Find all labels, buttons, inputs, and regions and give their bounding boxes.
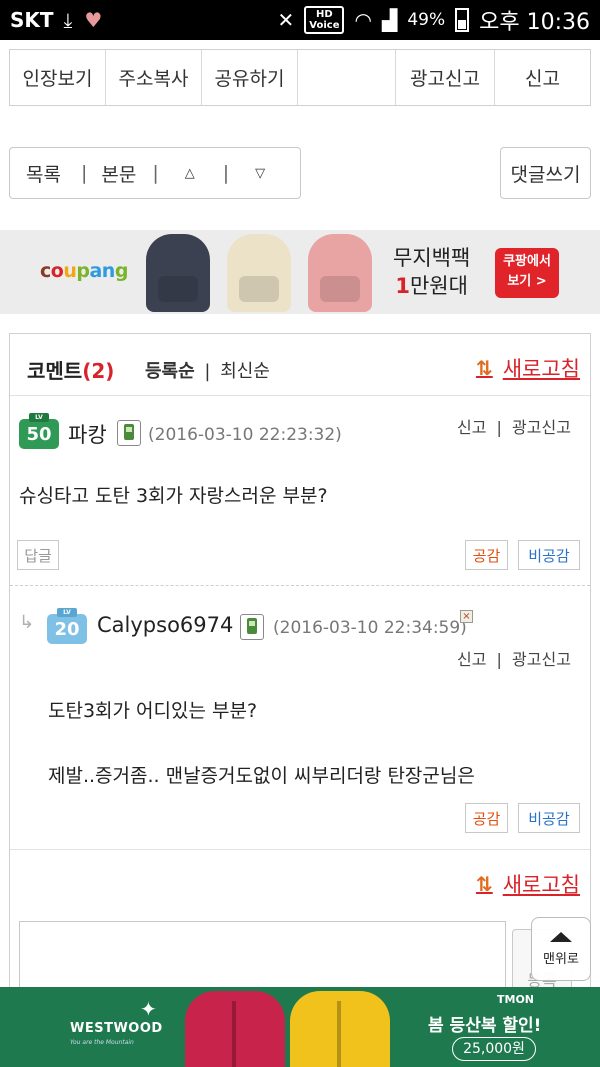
mute-icon: ✕ xyxy=(277,8,295,32)
report-link[interactable]: 신고 xyxy=(457,650,486,669)
sort-options: 등록순 | 최신순 xyxy=(145,361,270,382)
comment-count: (2) xyxy=(82,359,115,383)
comment-report-links: 신고 | 광고신고 xyxy=(457,418,571,437)
reply-comment-item: ↳ LV 20 Calypso6974 (2016-03-10 22:34:59… xyxy=(10,586,590,846)
report-button[interactable]: 신고 xyxy=(495,50,590,105)
coupang-logo: coupang xyxy=(40,260,128,282)
comment-text-line: 도탄3회가 어디있는 부분? xyxy=(48,700,258,722)
level-badge-icon: LV 50 xyxy=(19,413,59,449)
comment-text-line: 제발..증거좀.. 맨날증거도없이 씨부리더랑 탄장군님은 xyxy=(48,765,475,787)
section-divider xyxy=(10,849,590,850)
level-badge-icon: LV 20 xyxy=(47,608,87,644)
westwood-logo: WESTWOOD xyxy=(70,1021,163,1036)
ad-cta-button[interactable]: 쿠팡에서 보기 > xyxy=(495,248,559,298)
view-seal-button[interactable]: 인장보기 xyxy=(10,50,106,105)
mobile-icon xyxy=(240,614,264,640)
like-button[interactable]: 공감 xyxy=(465,540,508,570)
comment-report-links: 신고 | 광고신고 xyxy=(457,650,571,669)
comments-panel: 코멘트(2) 등록순 | 최신순 ⇅ 새로고침 LV 50 파캉 (2016-0… xyxy=(9,333,591,1041)
comments-title: 코멘트(2) xyxy=(27,359,115,383)
report-ad-link[interactable]: 광고신고 xyxy=(512,418,571,437)
westwood-logo-icon: ✦ xyxy=(140,997,157,1021)
report-ad-link[interactable]: 광고신고 xyxy=(512,650,571,669)
battery-icon xyxy=(455,8,470,32)
comment-item: LV 50 파캉 (2016-03-10 22:23:32) 신고 | 광고신고… xyxy=(10,396,590,586)
comment-author[interactable]: Calypso6974 xyxy=(97,613,233,637)
share-button[interactable]: 공유하기 xyxy=(202,50,298,105)
tmon-logo: TMON xyxy=(497,993,535,1006)
refresh-comments-link[interactable]: ⇅ 새로고침 xyxy=(476,869,580,899)
prev-post-icon[interactable]: △ xyxy=(185,166,195,181)
wifi-icon: ◠ xyxy=(354,8,372,32)
scroll-to-top-button[interactable]: 맨위로 xyxy=(531,917,591,981)
next-post-icon[interactable]: ▽ xyxy=(255,166,265,181)
report-ad-button[interactable]: 광고신고 xyxy=(396,50,495,105)
copy-address-button[interactable]: 주소복사 xyxy=(106,50,202,105)
toolbar-spacer xyxy=(298,50,396,105)
comment-date: (2016-03-10 22:23:32) xyxy=(148,425,342,445)
backpack-image xyxy=(227,234,291,312)
list-link[interactable]: 목록 xyxy=(26,160,61,187)
comments-header: 코멘트(2) 등록순 | 최신순 ⇅ 새로고침 xyxy=(10,334,590,396)
delete-icon[interactable]: × xyxy=(460,610,473,623)
refresh-icon: ⇅ xyxy=(475,872,493,896)
post-toolbar: 인장보기 주소복사 공유하기 광고신고 신고 xyxy=(9,49,591,106)
sort-latest-link[interactable]: 최신순 xyxy=(220,361,270,382)
report-link[interactable]: 신고 xyxy=(457,418,486,437)
broken-heart-icon: ♥ xyxy=(84,8,103,32)
download-icon: ⤓ xyxy=(63,8,73,32)
westwood-tagline: You are the Mountain xyxy=(70,1039,134,1046)
comment-author[interactable]: 파캉 xyxy=(68,419,107,449)
comment-date: (2016-03-10 22:34:59) xyxy=(273,618,467,638)
westwood-ad-banner[interactable]: ✦ WESTWOOD You are the Mountain TMON 봄 등… xyxy=(0,987,600,1067)
dislike-button[interactable]: 비공감 xyxy=(518,540,580,570)
backpack-image xyxy=(308,234,372,312)
ad-headline: 무지백팩 1만원대 xyxy=(393,246,471,298)
reply-arrow-icon: ↳ xyxy=(19,612,35,633)
post-nav: 목록 | 본문 | △ | ▽ xyxy=(9,147,301,199)
ad-price: 25,000원 xyxy=(452,1037,536,1061)
nav-separator: | xyxy=(80,162,88,184)
like-button[interactable]: 공감 xyxy=(465,803,508,833)
dislike-button[interactable]: 비공감 xyxy=(518,803,580,833)
body-link[interactable]: 본문 xyxy=(101,160,136,187)
jacket-image xyxy=(290,991,390,1067)
sort-registered-link[interactable]: 등록순 xyxy=(145,361,195,382)
battery-percent: 49% xyxy=(407,10,446,30)
write-comment-button[interactable]: 댓글쓰기 xyxy=(500,147,591,199)
coupang-ad-banner[interactable]: coupang 무지백팩 1만원대 쿠팡에서 보기 > xyxy=(0,230,600,314)
hd-voice-badge: HD Voice xyxy=(304,6,345,34)
carrier-label: SKT xyxy=(10,8,54,32)
refresh-icon: ⇅ xyxy=(475,356,493,380)
reply-button[interactable]: 답글 xyxy=(17,540,59,570)
signal-icon: ▟ xyxy=(381,8,398,32)
mobile-icon xyxy=(117,420,141,446)
clock: 오후 10:36 xyxy=(479,10,590,35)
nav-separator: | xyxy=(152,162,159,184)
jacket-image xyxy=(185,991,285,1067)
nav-separator: | xyxy=(222,162,230,184)
ad-title: 봄 등산복 할인! xyxy=(428,1016,542,1036)
comment-text: 슈싱타고 도탄 3회가 자랑스러운 부분? xyxy=(19,485,328,507)
arrow-up-icon xyxy=(550,931,572,942)
status-bar: SKT ⤓ ♥ ✕ HD Voice ◠ ▟ 49% 오후 10:36 xyxy=(0,0,600,40)
refresh-comments-link[interactable]: ⇅ 새로고침 xyxy=(476,353,580,383)
backpack-image xyxy=(146,234,210,312)
